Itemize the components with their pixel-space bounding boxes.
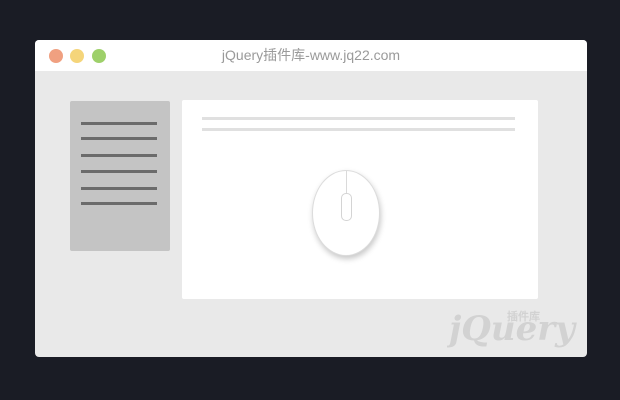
sidebar-menu-line[interactable] bbox=[81, 122, 157, 125]
content-text-line bbox=[202, 128, 515, 131]
mouse-button-split bbox=[346, 171, 347, 193]
mouse-icon bbox=[312, 170, 380, 256]
content-panel bbox=[182, 100, 538, 299]
jquery-logo-watermark: jQuery 插件库 bbox=[447, 309, 577, 348]
content-text-line bbox=[202, 117, 515, 120]
title-bar: jQuery插件库-www.jq22.com bbox=[35, 40, 587, 71]
sidebar-menu-line[interactable] bbox=[81, 154, 157, 157]
mouse-scroll-wheel bbox=[341, 193, 352, 221]
sidebar-menu-line[interactable] bbox=[81, 170, 157, 173]
sidebar-panel bbox=[70, 101, 170, 251]
window-title: jQuery插件库-www.jq22.com bbox=[221, 47, 401, 63]
sidebar-menu-line[interactable] bbox=[81, 187, 157, 190]
sidebar-menu-line[interactable] bbox=[81, 137, 157, 140]
sidebar-menu-line[interactable] bbox=[81, 202, 157, 205]
browser-window: jQuery插件库-www.jq22.com jQuery 插件库 bbox=[35, 40, 587, 357]
watermark-logo-subtext: 插件库 bbox=[507, 309, 540, 323]
